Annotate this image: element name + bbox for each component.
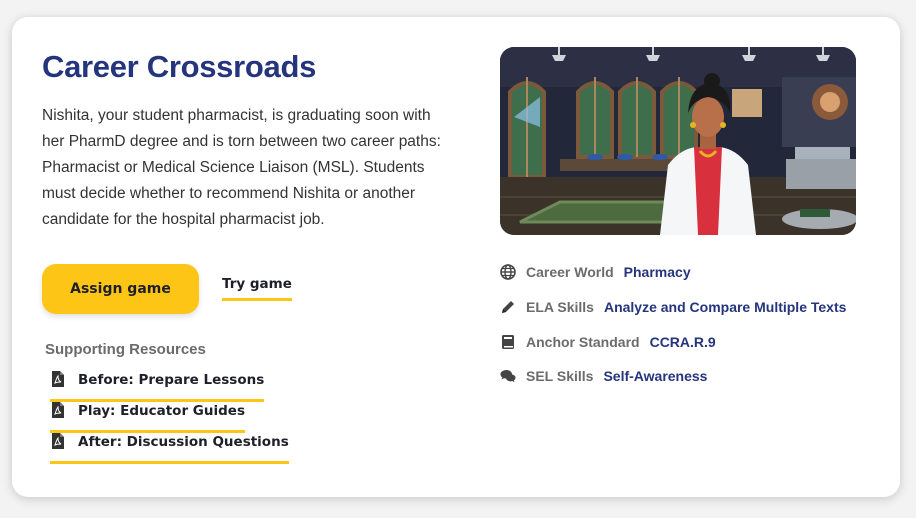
pencil-icon <box>500 299 516 315</box>
chat-icon <box>500 368 516 384</box>
pdf-icon <box>52 433 64 449</box>
pdf-icon <box>52 402 64 418</box>
try-game-link[interactable]: Try game <box>222 276 292 301</box>
game-description: Nishita, your student pharmacist, is gra… <box>42 107 441 228</box>
supporting-resources-heading: Supporting Resources <box>45 341 206 358</box>
assign-game-button[interactable]: Assign game <box>42 264 199 314</box>
game-hero-image <box>500 47 856 235</box>
meta-key: ELA Skills <box>526 299 594 315</box>
resource-link-after[interactable]: After: Discussion Questions <box>50 433 289 464</box>
resource-label: Play: Educator Guides <box>78 403 245 419</box>
globe-icon <box>500 264 516 280</box>
meta-career-world: Career World Pharmacy <box>500 262 691 282</box>
resource-label: Before: Prepare Lessons <box>78 372 265 388</box>
meta-key: SEL Skills <box>526 368 594 384</box>
meta-value: Analyze and Compare Multiple Texts <box>603 299 847 315</box>
meta-key: Career World <box>526 264 614 280</box>
meta-ela-skills: ELA Skills Analyze and Compare Multiple … <box>500 297 846 317</box>
meta-value: Self-Awareness <box>603 368 708 384</box>
game-title: Career Crossroads <box>42 49 317 84</box>
meta-sel-skills: SEL Skills Self-Awareness <box>500 366 707 386</box>
meta-key: Anchor Standard <box>526 334 640 350</box>
meta-value: Pharmacy <box>623 264 691 280</box>
meta-value: CCRA.R.9 <box>649 334 716 350</box>
pdf-icon <box>52 371 64 387</box>
book-icon <box>500 334 516 350</box>
game-card: Career Crossroads Nishita, your student … <box>12 17 900 497</box>
resource-link-before[interactable]: Before: Prepare Lessons <box>50 371 265 402</box>
resource-label: After: Discussion Questions <box>78 434 289 450</box>
resource-link-play[interactable]: Play: Educator Guides <box>50 402 245 433</box>
meta-anchor-standard: Anchor Standard CCRA.R.9 <box>500 332 716 352</box>
